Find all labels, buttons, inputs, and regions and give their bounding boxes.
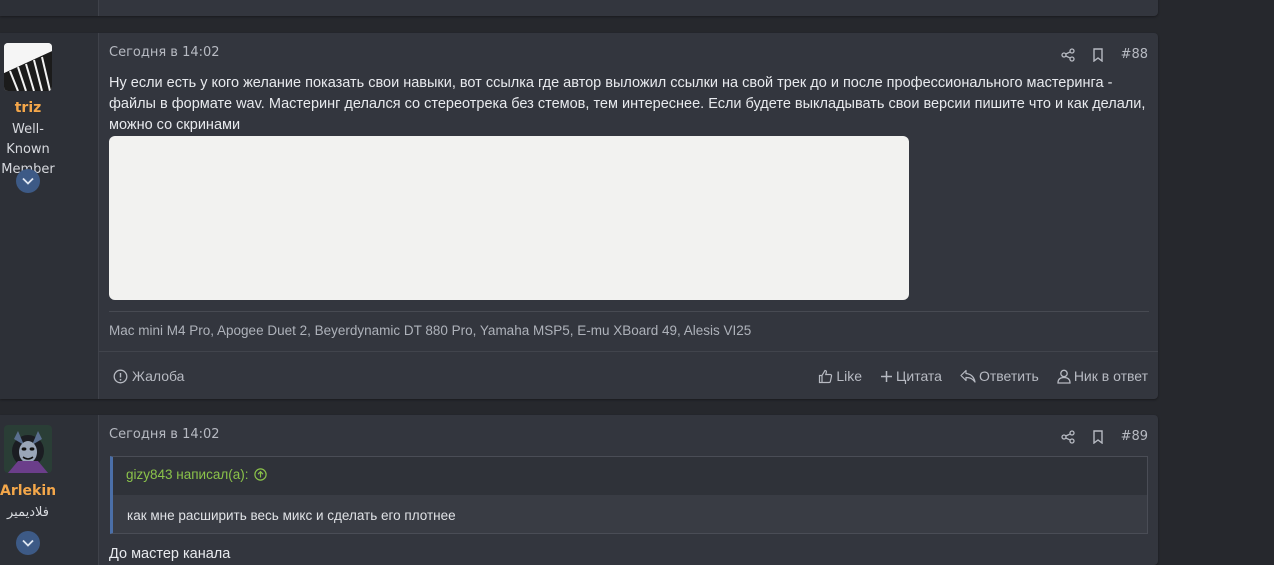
bookmark-icon[interactable]: [1091, 47, 1105, 62]
user-title: فلاديمير: [7, 505, 49, 520]
quote-author: gizy843 написал(а):: [126, 467, 249, 482]
bookmark-icon[interactable]: [1091, 429, 1105, 444]
signature: Mac mini M4 Pro, Apogee Duet 2, Beyerdyn…: [109, 323, 752, 338]
quote-block: gizy843 написал(а): как мне расширить ве…: [110, 456, 1148, 534]
like-label: Like: [836, 368, 863, 384]
quote-text: как мне расширить весь микс и сделать ег…: [113, 495, 1147, 533]
post-actions: #88: [1060, 47, 1148, 62]
post-actions: #89: [1060, 429, 1148, 444]
report-icon: [113, 369, 128, 384]
username[interactable]: Arlekin: [0, 483, 56, 499]
post-number[interactable]: #88: [1121, 47, 1148, 62]
plus-icon: [880, 370, 893, 383]
report-label: Жалоба: [132, 368, 185, 384]
media-embed[interactable]: [109, 136, 909, 300]
expand-user-info-button[interactable]: [16, 531, 40, 555]
reply-button[interactable]: Ответить: [960, 368, 1039, 384]
share-icon[interactable]: [1060, 429, 1075, 444]
quote-label: Цитата: [896, 368, 942, 384]
share-icon[interactable]: [1060, 47, 1075, 62]
signature-divider: [109, 311, 1149, 312]
quote-button[interactable]: Цитата: [880, 368, 942, 384]
post-88: triz Well-Known Member Сегодня в 14:02 #…: [0, 33, 1158, 399]
chevron-down-icon: [22, 177, 34, 185]
thumbs-up-icon: [818, 369, 833, 384]
post-body: Ну если есть у кого желание показать сво…: [109, 75, 1146, 133]
user-icon: [1057, 369, 1071, 384]
quote-author-link[interactable]: gizy843 написал(а):: [126, 467, 268, 482]
footer-divider: [99, 351, 1158, 352]
post-footer-actions: Like Цитата Ответить Ник в ответ: [818, 368, 1148, 384]
report-button[interactable]: Жалоба: [113, 368, 184, 384]
reply-icon: [960, 369, 976, 383]
reply-label: Ответить: [978, 368, 1039, 384]
previous-post-user-column: [0, 0, 99, 16]
mention-user-button[interactable]: Ник в ответ: [1057, 368, 1148, 384]
avatar[interactable]: [4, 425, 52, 473]
previous-post: [0, 0, 1158, 16]
username[interactable]: triz: [0, 100, 56, 116]
mention-user-label: Ник в ответ: [1073, 368, 1148, 384]
post-date[interactable]: Сегодня в 14:02: [109, 427, 220, 442]
expand-user-info-button[interactable]: [16, 169, 40, 193]
avatar[interactable]: [4, 43, 52, 91]
like-button[interactable]: Like: [818, 368, 862, 384]
post-user-column: triz Well-Known Member: [0, 33, 99, 399]
post-body: До мастер канала: [109, 546, 231, 562]
post-89: Arlekin فلاديمير Сегодня в 14:02 #89 giz…: [0, 415, 1158, 565]
chevron-down-icon: [22, 539, 34, 547]
post-number[interactable]: #89: [1121, 429, 1148, 444]
post-date[interactable]: Сегодня в 14:02: [109, 45, 220, 60]
post-user-column: Arlekin فلاديمير: [0, 415, 99, 565]
arrow-up-circle-icon[interactable]: [254, 468, 268, 481]
